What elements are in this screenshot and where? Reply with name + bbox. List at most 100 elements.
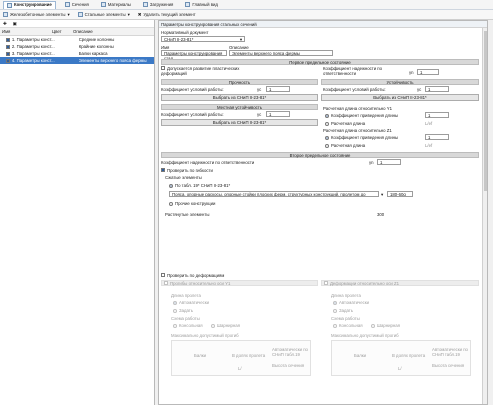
table-row-selected[interactable]: 4. Параметры конст... Элементы верхнего п… — [0, 57, 154, 64]
slender-checkbox[interactable] — [161, 168, 165, 172]
yn-value-2: 1 — [380, 160, 383, 165]
scrollbar[interactable] — [482, 28, 487, 404]
checkbox[interactable] — [6, 58, 10, 63]
flex-label: Допускается развитие пластических деформ… — [161, 66, 240, 76]
chevron-down-icon: ▾ — [127, 11, 130, 17]
yc-value: 1 — [269, 87, 272, 92]
calc-length-z1: Расчетная длина — [331, 143, 366, 148]
radio-span-auto-2[interactable] — [333, 300, 337, 305]
coef-resp2-label: Коэффициент надежности по ответственност… — [161, 160, 255, 165]
radio-coef-z1[interactable] — [325, 135, 329, 140]
span-auto-option-2[interactable]: Автоматически — [333, 300, 369, 305]
table-row[interactable]: 1. Параметры конст... Средние колонны — [0, 36, 154, 43]
checkbox[interactable] — [6, 51, 10, 56]
tab-secheniya[interactable]: Сечения — [62, 1, 92, 9]
yc-input-2[interactable]: 1 — [425, 86, 449, 92]
radio-other[interactable] — [169, 201, 173, 206]
span-auto-option[interactable]: Автоматически — [173, 300, 209, 305]
table-row[interactable]: 2. Параметры конст... Крайние колонны — [0, 43, 154, 50]
simply-option[interactable]: Шарнирная — [211, 323, 240, 328]
tab-label: Конструирование — [14, 2, 52, 7]
radio-simply-2[interactable] — [371, 323, 375, 328]
radio-span-auto[interactable] — [173, 300, 177, 305]
tab-label: Материалы — [107, 1, 131, 7]
col-in-label: Балки — [194, 353, 206, 358]
choose-snip-button-3[interactable]: Выбрать из СНиП II-23-81* — [161, 119, 318, 126]
steel-elements-dropdown[interactable]: Стальные элементы ▾ — [77, 11, 130, 18]
radio-table19[interactable] — [169, 183, 173, 188]
mu-y1-value: 1 — [428, 113, 431, 118]
deform-option[interactable]: Проверить по деформациям — [161, 273, 224, 278]
span-type-label-2: Длина пролета — [331, 293, 361, 298]
deflect-left-checkbox[interactable] — [164, 281, 168, 285]
scroll-thumb[interactable] — [484, 31, 487, 191]
radio-simply[interactable] — [211, 323, 215, 328]
rc-icon — [3, 12, 8, 17]
radio-span-set-2[interactable] — [333, 308, 337, 313]
yc-value-3: 1 — [269, 112, 272, 117]
table-row[interactable]: 3. Параметры конст... Балки каркаса — [0, 50, 154, 57]
flex-checkbox[interactable] — [161, 66, 165, 70]
span-set-option[interactable]: Задать — [173, 308, 193, 313]
tab-materialy[interactable]: Материалы — [98, 1, 134, 9]
radio-length-y1[interactable] — [325, 121, 329, 126]
cantilever-option-2[interactable]: Консольная — [333, 323, 363, 328]
span-set-option-2[interactable]: Задать — [333, 308, 353, 313]
table19-option[interactable]: По табл. 19* СНиП II-23-81* — [169, 183, 230, 188]
coef-calc-z1-option[interactable]: Коэффициент приведения длины — [325, 135, 398, 140]
tab-konstruirovanie[interactable]: Конструирование — [3, 0, 56, 9]
cantilever-option[interactable]: Консольная — [173, 323, 203, 328]
choose-snip-button-2[interactable]: Выбрать из СНиП II-23-81* — [321, 94, 479, 101]
steel-label: Стальные элементы — [84, 12, 126, 17]
ldash-z1: L/ef — [425, 143, 433, 148]
radio-cantilever[interactable] — [173, 323, 177, 328]
calc-length-y1-option[interactable]: Расчетная длина — [325, 121, 365, 126]
deflect-right-checkbox[interactable] — [324, 281, 328, 285]
flex-option[interactable]: Допускается развитие пластических деформ… — [161, 66, 261, 76]
checkbox[interactable] — [6, 37, 10, 42]
delete-element-button[interactable]: ✖ Удалить текущий элемент — [138, 12, 196, 18]
chevron-down-icon[interactable]: ▾ — [381, 192, 383, 198]
deflect-right-table: Балки В долях пролета Автоматически по С… — [331, 340, 471, 376]
tab-zagruzheniya[interactable]: Загружения — [140, 1, 176, 9]
calc-length-z1-option[interactable]: Расчетная длина — [325, 143, 365, 148]
choose-snip-button[interactable]: Выбрать из СНиП II-23-81* — [161, 94, 318, 101]
work-coef-label: Коэффициент условий работы: — [161, 87, 224, 92]
tensile-label: Растянутые элементы — [165, 212, 210, 217]
coef-calc-y1-option[interactable]: Коэффициент приведения длины — [325, 113, 398, 118]
remove-icon[interactable]: ▣ — [13, 21, 17, 27]
tab-glavnyy-vid[interactable]: Главный вид — [182, 1, 221, 9]
span-set-label: Задать — [179, 308, 193, 313]
yn-input-2[interactable]: 1 — [377, 159, 401, 165]
yn-input[interactable]: 1 — [417, 69, 439, 75]
yc-input[interactable]: 1 — [266, 86, 290, 92]
mu-z1-input[interactable]: 1 — [425, 134, 449, 140]
mu-y1-input[interactable]: 1 — [425, 112, 449, 118]
simply-option-2[interactable]: Шарнирная — [371, 323, 400, 328]
checkbox[interactable] — [6, 44, 10, 49]
name-field[interactable]: Параметры конструирования стал... — [161, 50, 227, 61]
row-desc: Средние колонны — [78, 37, 115, 42]
radio-span-set[interactable] — [173, 308, 177, 313]
desc-field[interactable]: Элементы верхнего пояса фермы — [229, 50, 333, 56]
max-load-label-2: Максимально допустимый прогиб — [331, 333, 399, 338]
steel-dropdown[interactable]: Железобетонные элементы ▾ — [3, 12, 70, 18]
toolbar: Железобетонные элементы ▾ Стальные элемен… — [0, 10, 493, 20]
deform-checkbox[interactable] — [161, 273, 165, 277]
row-desc: Балки каркаса — [78, 51, 108, 56]
radio-cantilever-2[interactable] — [333, 323, 337, 328]
tab-label: Главный вид — [192, 1, 218, 7]
add-icon[interactable]: ✚ — [3, 21, 7, 27]
delete-label: Удалить текущий элемент — [143, 12, 196, 17]
radio-length-z1[interactable] — [325, 143, 329, 148]
norm-select[interactable]: СНиП II-23-81* ▾ — [161, 36, 245, 42]
slender-option[interactable]: Проверить по гибкости — [161, 168, 213, 173]
yc-label-2: γc — [417, 87, 422, 92]
belts-select[interactable]: Пояса, опорные раскосы, опорные стойки п… — [169, 191, 379, 197]
other-option[interactable]: Прочие конструкции — [169, 201, 215, 206]
radio-coef-y1[interactable] — [325, 113, 329, 118]
yc-input-3[interactable]: 1 — [266, 111, 290, 117]
panel-title: Параметры конструирования стальных сечен… — [159, 21, 487, 28]
span-set-label-2: Задать — [339, 308, 353, 313]
deform-label: Проверить по деформациям — [167, 273, 225, 278]
